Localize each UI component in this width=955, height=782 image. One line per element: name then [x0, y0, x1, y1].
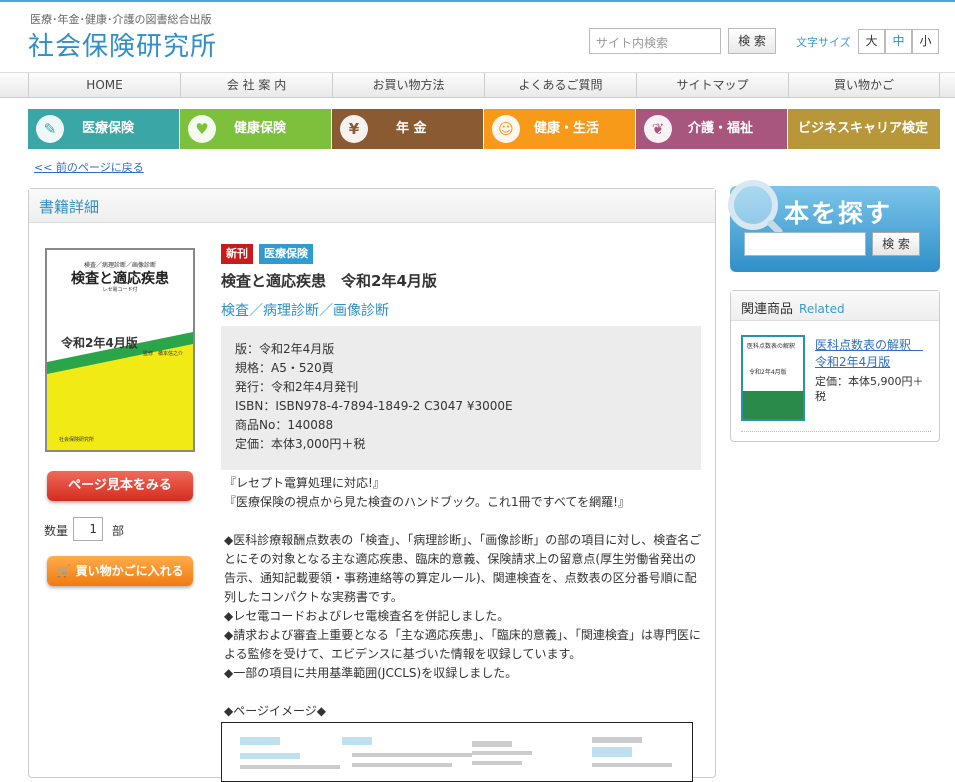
desc-line: ◆請求および審査上重要となる「主な適応疾患」、「臨床的意義」、「関連検査」は専門…: [224, 628, 701, 661]
spec-product-no: 商品No：140088: [235, 418, 334, 432]
panel-title: 書籍詳細: [29, 189, 715, 223]
category-business-career[interactable]: ビジネスキャリア検定: [788, 109, 940, 149]
page-sample-image: [221, 722, 693, 782]
site-tagline: 医療･年金･健康･介護の図書総合出版: [30, 13, 212, 26]
desc-line: 『レセプト電算処理に対応!』: [224, 476, 385, 490]
desc-line: 『医療保険の視点から見た検査のハンドブック。これ1冊ですべてを網羅!』: [224, 495, 630, 509]
add-to-cart-button[interactable]: 🛒 買い物かごに入れる: [47, 556, 193, 586]
nav-faq[interactable]: よくあるご質問: [484, 73, 636, 98]
book-search-input[interactable]: [744, 232, 866, 256]
spec-published: 発行：令和2年4月発刊: [235, 380, 359, 394]
category-label: 医療保険: [82, 121, 135, 136]
book-detail-panel: 書籍詳細 検査／病理診断／画像診断 検査と適応疾患 レセ電コード付 令和2年4月…: [28, 188, 716, 782]
book-search-button[interactable]: 検 索: [872, 232, 920, 256]
category-label: 年 金: [396, 121, 427, 136]
site-search-input[interactable]: サイト内検索: [589, 28, 721, 54]
spec-edition: 版：令和2年4月版: [235, 342, 335, 356]
related-cover-title: 医科点数表の解釈: [747, 343, 796, 350]
related-book-cover[interactable]: 医科点数表の解釈 令和2年4月版: [741, 335, 805, 421]
category-badge: 医療保険: [259, 244, 313, 264]
yen-icon: ¥: [340, 115, 368, 143]
desc-line: [224, 683, 704, 702]
cart-icon: 🛒: [56, 564, 72, 578]
book-description: 『レセプト電算処理に対応!』 『医療保険の視点から見た検査のハンドブック。これ1…: [224, 474, 704, 721]
cover-editor: 監修 橋本信之介: [143, 351, 184, 357]
font-size-medium-button[interactable]: 中: [885, 29, 912, 54]
book-title: 検査と適応疾患 令和2年4月版: [221, 272, 437, 290]
running-icon: ☺: [492, 115, 520, 143]
desc-line: [224, 512, 704, 531]
book-search-widget: 本を探す 検 索: [728, 180, 940, 272]
divider: [741, 431, 931, 432]
site-search-button[interactable]: 検 索: [728, 28, 776, 54]
category-label: 介護・福祉: [688, 121, 754, 136]
site-header: 医療･年金･健康･介護の図書総合出版 社会保険研究所 サイト内検索 検 索 文字…: [0, 2, 955, 72]
book-spec-box: 版：令和2年4月版 規格：A5・520頁 発行：令和2年4月発刊 ISBN：IS…: [221, 326, 701, 470]
related-book-link[interactable]: 医科点数表の解釈 令和2年4月版: [815, 337, 931, 371]
quantity-label: 数量: [44, 524, 69, 538]
cover-publisher: 社会保険研究所: [59, 437, 95, 443]
desc-line: ◆レセ電コードおよびレセ電検査名を併記しました。: [224, 609, 510, 623]
font-size-small-button[interactable]: 小: [912, 29, 939, 54]
font-size-label: 文字サイズ: [796, 36, 851, 49]
nav-cart[interactable]: 買い物かご: [788, 73, 940, 98]
nav-sitemap[interactable]: サイトマップ: [636, 73, 788, 98]
nav-company[interactable]: 会 社 案 内: [180, 73, 332, 98]
category-care-welfare[interactable]: ❦ 介護・福祉: [636, 109, 787, 149]
category-health-life[interactable]: ☺ 健康・生活: [484, 109, 635, 149]
back-link[interactable]: << 前のページに戻る: [34, 159, 144, 175]
new-badge: 新刊: [221, 244, 253, 264]
desc-line: ◆医科診療報酬点数表の「検査」、「病理診断」、「画像診断」の部の項目に対し、検査…: [224, 533, 702, 604]
related-products-panel: 関連商品 Related 医科点数表の解釈 令和2年4月版 医科点数表の解釈 令和…: [730, 290, 940, 442]
related-title-en: Related: [799, 302, 845, 316]
cover-edition: 令和2年4月版: [61, 336, 138, 350]
spec-format: 規格：A5・520頁: [235, 361, 334, 375]
related-book-price: 定価：本体5,900円＋税: [815, 375, 924, 403]
nav-how-to-buy[interactable]: お買い物方法: [332, 73, 484, 98]
cover-code: レセ電コード付: [102, 287, 138, 293]
related-header: 関連商品 Related: [731, 291, 939, 321]
category-medical-insurance[interactable]: ✎ 医療保険: [28, 109, 179, 149]
page-preview-button[interactable]: ページ見本をみる: [47, 471, 193, 501]
category-label: 健康・生活: [534, 121, 600, 136]
category-label: 健康保険: [234, 121, 287, 136]
cover-title: 検査と適応疾患: [71, 271, 169, 287]
category-label: ビジネスキャリア検定: [798, 121, 929, 136]
book-category-path[interactable]: 検査／病理診断／画像診断: [221, 300, 389, 320]
site-logo[interactable]: 社会保険研究所: [28, 26, 217, 63]
syringe-icon: ✎: [36, 115, 64, 143]
related-cover-edition: 令和2年4月版: [749, 369, 787, 376]
spec-price: 定価：本体3,000円＋税: [235, 437, 366, 451]
category-pension[interactable]: ¥ 年 金: [332, 109, 483, 149]
main-nav: HOME 会 社 案 内 お買い物方法 よくあるご質問 サイトマップ 買い物かご: [0, 72, 955, 98]
nav-home[interactable]: HOME: [28, 73, 180, 98]
leaf-icon: ❦: [644, 115, 672, 143]
quantity-input[interactable]: 1: [73, 517, 103, 541]
font-size-large-button[interactable]: 大: [858, 29, 885, 54]
heart-icon: ♥: [188, 115, 216, 143]
book-cover-image: 検査／病理診断／画像診断 検査と適応疾患 レセ電コード付 令和2年4月版 監修 …: [45, 248, 195, 452]
category-health-insurance[interactable]: ♥ 健康保険: [180, 109, 331, 149]
add-to-cart-label: 買い物かごに入れる: [75, 564, 184, 578]
related-title: 関連商品: [741, 302, 794, 317]
spec-isbn: ISBN：ISBN978-4-7894-1849-2 C3047 ¥3000E: [235, 399, 513, 413]
book-search-title: 本を探す: [784, 199, 893, 228]
quantity-unit: 部: [112, 524, 125, 538]
desc-line: ◆一部の項目に共用基準範囲(JCCLS)を収録しました。: [224, 666, 518, 680]
desc-line: ◆ページイメージ◆: [224, 704, 326, 718]
